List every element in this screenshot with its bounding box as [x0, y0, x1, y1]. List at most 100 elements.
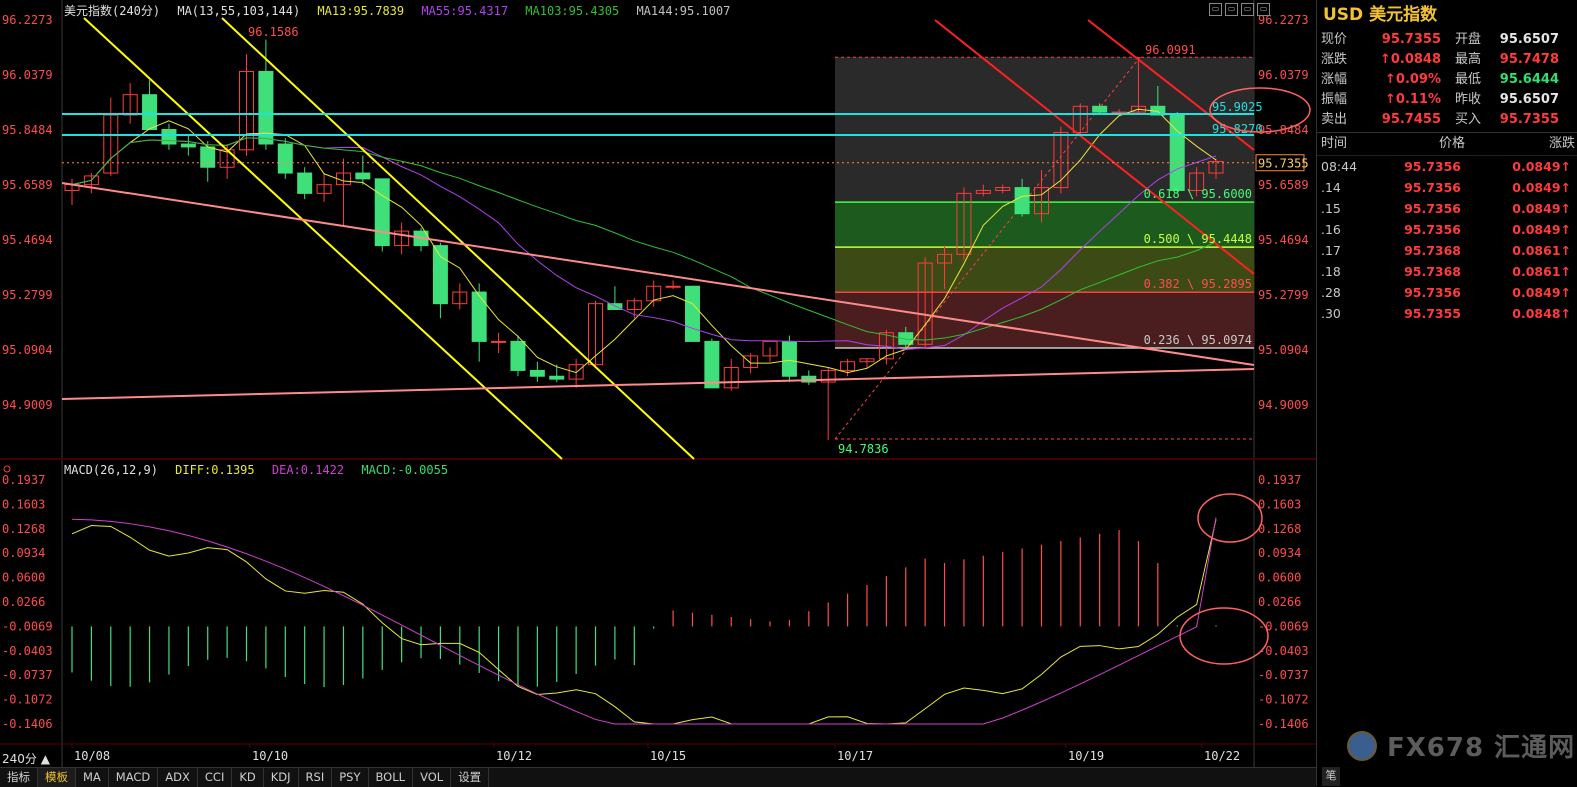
quote-value: 95.7455	[1381, 112, 1441, 127]
cyan-label-1: 95.9025	[1212, 100, 1263, 114]
tab-4[interactable]: ADX	[158, 768, 198, 787]
fib-label-382: 0.382 \ 95.2895	[1144, 277, 1252, 291]
macd-axis-label-left: -0.1072	[2, 693, 53, 707]
tick-change: 0.0861↑	[1512, 243, 1571, 258]
tab-6[interactable]: KD	[232, 768, 264, 787]
tick-change: 0.0849↑	[1512, 180, 1571, 195]
ma103-value: MA103:95.4305	[525, 4, 620, 18]
candle-down	[161, 129, 177, 145]
fib-label-236: 0.236 \ 95.0974	[1144, 333, 1252, 347]
candle-up	[1111, 111, 1127, 114]
tab-0[interactable]: 指标	[0, 768, 38, 787]
tick-change: 0.0849↑	[1512, 159, 1571, 174]
macd-dea: DEA:0.1422	[271, 463, 345, 477]
tab-1[interactable]: 模板	[38, 768, 76, 787]
macd-axis-label-left: 0.1268	[2, 522, 45, 536]
highlight-ellipse-macd	[1197, 493, 1263, 543]
macd-axis-label-left: 0.0934	[2, 546, 45, 560]
quote-panel: USD 美元指数 现价 95.7355 开盘 95.6507 涨跌 ↑0.0848…	[1316, 0, 1577, 786]
maximize-icon[interactable]: ▭	[1241, 3, 1254, 16]
macd-axis-label-right: 0.1268	[1258, 522, 1301, 536]
quote-label: 开盘	[1455, 32, 1482, 47]
tick-change: 0.0848↑	[1512, 306, 1571, 321]
high-label-right: 96.0991	[1145, 43, 1196, 57]
macd-axis-label-left: -0.0737	[2, 668, 53, 682]
tick-time: .14	[1321, 180, 1341, 195]
tick-row: .28 95.7356 0.0849↑	[1317, 282, 1577, 303]
tab-2[interactable]: MA	[76, 768, 109, 787]
logo-text: FX678 汇通网	[1387, 733, 1576, 763]
fx678-logo: FX678 汇通网	[1347, 727, 1575, 764]
macd-axis-label-right: 0.0600	[1258, 571, 1301, 585]
candle-down	[529, 369, 545, 377]
col-time: 时间	[1321, 136, 1348, 151]
tick-change: 0.0861↑	[1512, 264, 1571, 279]
tick-table-header: 时间 价格 涨跌	[1317, 132, 1577, 156]
tick-price: 95.7356	[1404, 201, 1461, 216]
date-label: 10/12	[496, 749, 532, 763]
candle-up	[491, 340, 507, 343]
tick-price: 95.7356	[1404, 285, 1461, 300]
chart-canvas[interactable]: 96.2273 96.227396.0379 96.037995.8484 95.84…	[0, 0, 1316, 767]
tick-row: .14 95.7356 0.0849↑	[1317, 177, 1577, 198]
tick-price: 95.7368	[1404, 243, 1461, 258]
panel-title: USD 美元指数	[1323, 5, 1438, 25]
date-label: 10/10	[252, 749, 288, 763]
tab-5[interactable]: CCI	[198, 768, 233, 787]
tab-8[interactable]: RSI	[299, 768, 333, 787]
high-label-left: 96.1586	[248, 25, 299, 39]
tab-9[interactable]: PSY	[332, 768, 369, 787]
macd-axis-label-right: -0.1406	[1258, 717, 1309, 731]
minimize-icon[interactable]: ▭	[1209, 3, 1222, 16]
macd-axis-label-left: 0.0600	[2, 571, 45, 585]
quote-label: 买入	[1455, 112, 1482, 127]
quote-value: 95.7478	[1499, 52, 1559, 67]
quote-value: 95.7355	[1381, 32, 1441, 47]
tick-price: 95.7356	[1404, 222, 1461, 237]
tick-row: .30 95.7355 0.0848↑	[1317, 303, 1577, 324]
diff-line	[71, 519, 1217, 725]
ma144-value: MA144:95.1007	[636, 4, 731, 18]
candle-down	[142, 94, 158, 131]
date-label: 10/15	[650, 749, 686, 763]
ma13-value: MA13:95.7839	[317, 4, 405, 18]
macd-diff: DIFF:0.1395	[175, 463, 255, 477]
indicator-tabs: 指标 模板 MA MACD ADX CCI KD KDJ RSI PSY BOLL VOL 设置	[0, 767, 1316, 787]
side-tab[interactable]: 笔	[1322, 767, 1340, 786]
quote-label: 昨收	[1455, 92, 1482, 107]
price-axis-label-left: 94.9009	[2, 398, 53, 412]
quote-value: ↑0.09%	[1385, 72, 1441, 87]
quote-label: 卖出	[1321, 112, 1348, 127]
period-selector[interactable]: 240分 ▲	[2, 750, 50, 767]
tick-row: .16 95.7356 0.0849↑	[1317, 219, 1577, 240]
tab-10[interactable]: BOLL	[369, 768, 414, 787]
quote-label: 涨跌	[1321, 52, 1348, 67]
ma55-value: MA55:95.4317	[421, 4, 509, 18]
tick-time: .17	[1321, 243, 1341, 258]
col-price: 价格	[1438, 136, 1465, 151]
tick-price: 95.7356	[1404, 180, 1461, 195]
macd-axis-label-left: -0.0069	[2, 619, 53, 633]
macd-axis-label-right: 0.1937	[1258, 473, 1301, 487]
tab-7[interactable]: KDJ	[264, 768, 299, 787]
close-icon[interactable]: ▭	[1257, 3, 1270, 16]
candle-down	[704, 340, 720, 389]
tick-time: .28	[1321, 285, 1341, 300]
tab-12[interactable]: 设置	[451, 768, 490, 787]
price-axis-label-right: 95.2799	[1258, 288, 1309, 302]
tick-row: .15 95.7356 0.0849↑	[1317, 198, 1577, 219]
quote-label: 振幅	[1321, 92, 1348, 107]
tick-price: 95.7356	[1404, 159, 1461, 174]
tab-3[interactable]: MACD	[109, 768, 159, 787]
tick-list: 08:44 95.7356 0.0849↑ .14 95.7356 0.0849↑…	[1317, 156, 1577, 324]
fib-label-500: 0.500 \ 95.4448	[1144, 232, 1252, 246]
tab-11[interactable]: VOL	[413, 768, 452, 787]
quote-row: 涨幅 ↑0.09% 最低 95.6444	[1317, 70, 1577, 90]
candle-down	[510, 340, 526, 371]
candle-down	[200, 146, 216, 168]
restore-icon[interactable]: ▭	[1225, 3, 1238, 16]
dea-line	[71, 517, 1217, 725]
macd-axis-label-left: 0.1603	[2, 497, 45, 511]
date-label: 10/08	[74, 749, 110, 763]
price-axis-label-right: 95.6589	[1258, 178, 1309, 192]
